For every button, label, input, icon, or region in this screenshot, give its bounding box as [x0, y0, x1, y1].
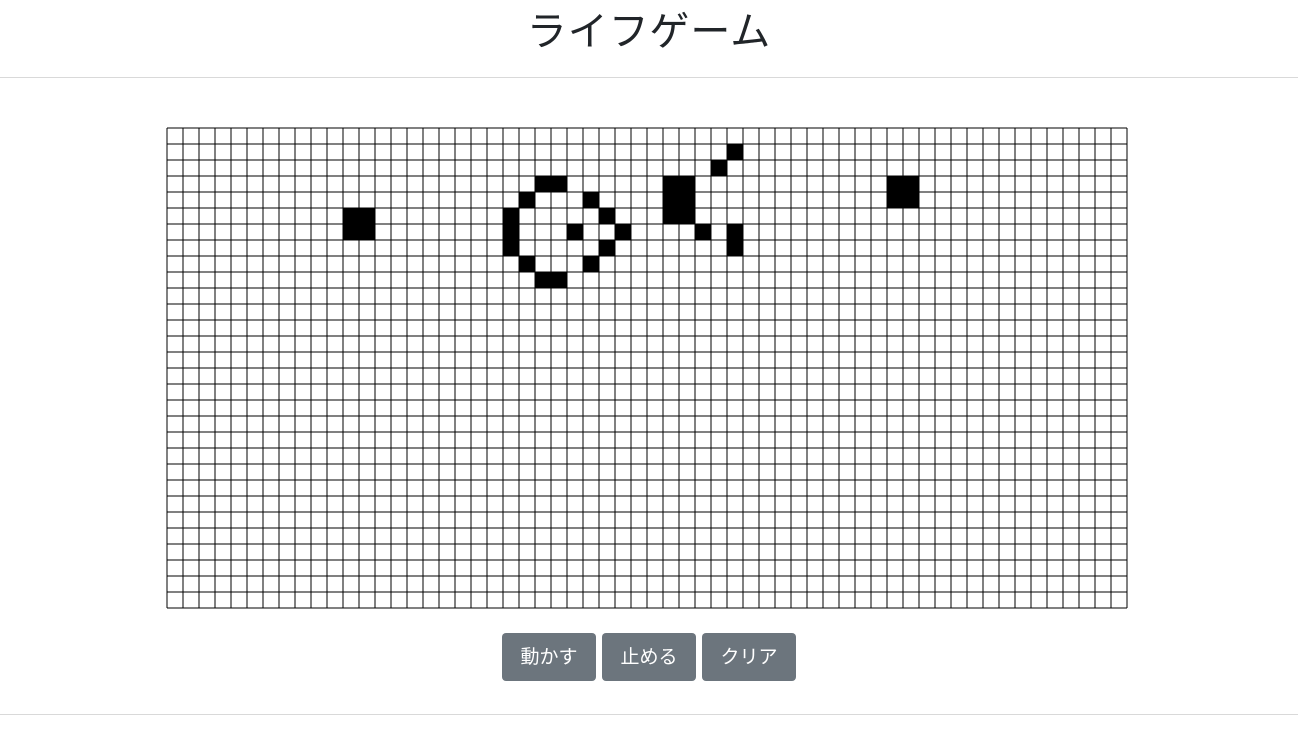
stop-button[interactable]: 止める: [602, 633, 696, 681]
start-button[interactable]: 動かす: [502, 633, 596, 681]
live-cell[interactable]: [663, 176, 679, 192]
live-cell[interactable]: [727, 224, 743, 240]
page: ライフゲーム 動かす 止める クリア: [0, 0, 1298, 730]
live-cell[interactable]: [679, 176, 695, 192]
live-cell[interactable]: [887, 192, 903, 208]
live-cell[interactable]: [583, 192, 599, 208]
header-divider: [0, 77, 1298, 78]
live-cell[interactable]: [503, 208, 519, 224]
live-cell[interactable]: [551, 176, 567, 192]
live-cell[interactable]: [727, 144, 743, 160]
live-cell[interactable]: [519, 192, 535, 208]
live-cell[interactable]: [551, 272, 567, 288]
live-cell[interactable]: [519, 256, 535, 272]
life-board[interactable]: [166, 127, 1128, 609]
live-cell[interactable]: [679, 208, 695, 224]
live-cell[interactable]: [535, 272, 551, 288]
live-cell[interactable]: [343, 208, 359, 224]
live-cell[interactable]: [343, 224, 359, 240]
live-cell[interactable]: [503, 224, 519, 240]
live-cell[interactable]: [711, 160, 727, 176]
live-cell[interactable]: [679, 192, 695, 208]
footer-divider: [0, 714, 1298, 715]
live-cell[interactable]: [695, 224, 711, 240]
live-cell[interactable]: [583, 256, 599, 272]
life-grid[interactable]: [166, 127, 1128, 609]
live-cell[interactable]: [599, 240, 615, 256]
live-cell[interactable]: [503, 240, 519, 256]
live-cell[interactable]: [615, 224, 631, 240]
clear-button[interactable]: クリア: [702, 633, 796, 681]
live-cell[interactable]: [663, 192, 679, 208]
live-cell[interactable]: [535, 176, 551, 192]
live-cell[interactable]: [567, 224, 583, 240]
controls: 動かす 止める クリア: [0, 633, 1298, 681]
page-title: ライフゲーム: [526, 9, 772, 55]
live-cell[interactable]: [359, 224, 375, 240]
live-cell[interactable]: [663, 208, 679, 224]
grid-lines: [166, 127, 1128, 609]
live-cell[interactable]: [903, 192, 919, 208]
live-cell[interactable]: [727, 240, 743, 256]
live-cell[interactable]: [359, 208, 375, 224]
live-cell[interactable]: [903, 176, 919, 192]
live-cell[interactable]: [887, 176, 903, 192]
live-cell[interactable]: [599, 208, 615, 224]
